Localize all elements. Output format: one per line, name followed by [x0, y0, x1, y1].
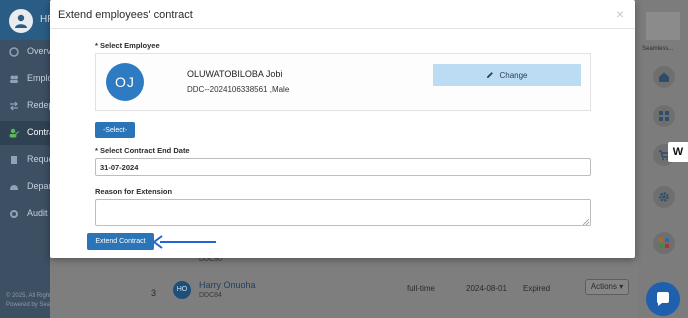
row-number: 3 — [151, 288, 157, 298]
actions-dropdown[interactable]: Actions ▾ — [585, 279, 629, 295]
modal-divider — [50, 28, 635, 29]
employee-name: OLUWATOBILOBA Jobi — [187, 69, 283, 79]
gear-icon — [10, 210, 18, 218]
contract-date: 2024-08-01 — [466, 284, 507, 293]
sidebar-item-contracts[interactable]: Contracts — [0, 121, 50, 145]
reason-textarea[interactable] — [95, 199, 591, 226]
sidebar: HR Overview Employees Redeployment Contr… — [0, 0, 54, 318]
sidebar-item-overview[interactable]: Overview — [0, 40, 50, 64]
app-thumbnail[interactable] — [646, 12, 680, 40]
select-dropdown-button[interactable]: -Select- — [95, 122, 135, 138]
chat-button[interactable] — [646, 282, 680, 316]
employee-id-gender: DDC--2024106338561 ,Male — [187, 85, 290, 94]
sidebar-item-label: Employees — [27, 73, 50, 83]
chat-icon — [657, 292, 669, 306]
grid-icon — [659, 111, 669, 121]
avatar: HO — [173, 281, 191, 299]
sidebar-header: HR — [0, 0, 54, 40]
sidebar-item-employees[interactable]: Employees — [0, 67, 50, 91]
user-icon — [15, 14, 27, 28]
pencil-icon — [487, 71, 494, 78]
building-icon — [10, 185, 18, 190]
rail-home-button[interactable] — [653, 66, 675, 88]
sidebar-item-label: Departments — [27, 181, 50, 191]
close-icon[interactable]: × — [616, 7, 624, 21]
home-icon — [659, 72, 669, 82]
user-avatar[interactable] — [9, 9, 33, 33]
rail-app-label: Seamless... — [642, 46, 674, 52]
gear-icon — [659, 192, 669, 202]
employee-avatar: OJ — [106, 63, 144, 101]
employee-name[interactable]: Harry Onuoha — [199, 280, 256, 290]
modal-title: Extend employees' contract — [58, 9, 193, 21]
sidebar-item-label: Contracts — [27, 127, 50, 137]
users-icon — [10, 75, 18, 83]
employee-card: OJ OLUWATOBILOBA Jobi DDC--2024106338561… — [95, 53, 591, 111]
table-row[interactable]: 3 HO Harry Onuoha DDC84 full-time 2024-0… — [137, 278, 638, 314]
user-check-icon — [9, 128, 19, 138]
employee-code: DDC84 — [199, 292, 222, 299]
change-button-label: Change — [499, 70, 528, 80]
change-employee-button[interactable]: Change — [433, 64, 581, 86]
resize-grip-icon[interactable] — [583, 219, 589, 225]
sidebar-item-departments[interactable]: Departments — [0, 175, 50, 199]
dashboard-icon — [9, 47, 19, 57]
document-icon — [11, 156, 17, 164]
extend-contract-modal: Extend employees' contract × * Select Em… — [50, 0, 635, 258]
contract-end-date-input[interactable] — [95, 158, 591, 176]
contract-type: full-time — [407, 284, 436, 293]
powered-by-text: Powered by SeamlessHR — [6, 302, 50, 308]
sidebar-item-label: Overview — [27, 46, 50, 56]
rail-apps-button[interactable] — [653, 232, 675, 254]
annotation-arrow-icon — [153, 235, 216, 249]
extend-contract-button[interactable]: Extend Contract — [87, 233, 154, 250]
rail-grid-button[interactable] — [653, 105, 675, 127]
sidebar-item-requests[interactable]: Requests — [0, 148, 50, 172]
end-date-label: * Select Contract End Date — [95, 146, 190, 155]
sidebar-item-label: Redeployment — [27, 100, 50, 110]
apps-icon — [659, 238, 669, 248]
copyright-text: © 2025, All Rights Reserved. — [6, 293, 50, 299]
sidebar-item-label: Requests — [27, 154, 50, 164]
sidebar-item-audit-trail[interactable]: Audit Trail — [0, 202, 50, 226]
sidebar-footer: © 2025, All Rights Reserved. Powered by … — [6, 292, 50, 310]
status-badge: Expired — [523, 284, 551, 293]
reason-label: Reason for Extension — [95, 187, 173, 196]
w-badge[interactable]: W — [668, 142, 688, 162]
sidebar-item-redeployment[interactable]: Redeployment — [0, 94, 50, 118]
rail-settings-button[interactable] — [653, 186, 675, 208]
swap-icon — [10, 101, 18, 111]
sidebar-item-label: Audit Trail — [27, 208, 50, 218]
select-employee-label: * Select Employee — [95, 41, 160, 50]
